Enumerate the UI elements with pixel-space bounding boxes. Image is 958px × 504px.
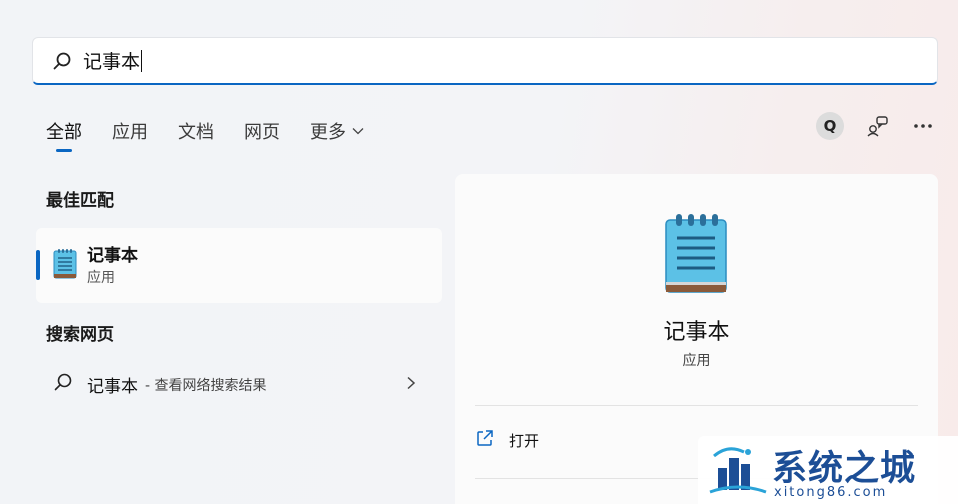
chevron-right-icon[interactable] [406,375,416,394]
tab-web[interactable]: 网页 [244,116,280,146]
search-input[interactable]: 记事本 [83,47,143,74]
search-toolbar: Q [816,112,936,140]
web-search-result[interactable]: 记事本 - 查看网络搜索结果 [36,362,442,406]
search-icon [51,50,73,72]
tab-documents-label: 文档 [178,122,214,143]
tab-apps-label: 应用 [112,122,148,143]
details-app-name: 记事本 [663,320,730,345]
site-watermark: 系统之城 xitong86.com [698,436,958,504]
filter-tabs: 全部 应用 文档 网页 更多 [46,116,394,152]
watermark-brand: 系统之城 [772,449,917,489]
tab-more[interactable]: 更多 [310,116,364,146]
best-match-subtitle: 应用 [87,270,115,286]
web-search-heading: 搜索网页 [46,325,114,345]
account-avatar[interactable]: Q [816,112,844,140]
tab-web-label: 网页 [244,122,280,143]
search-icon [53,372,73,396]
open-external-icon [475,428,495,452]
open-action-label: 打开 [509,431,540,450]
share-feedback-icon[interactable] [864,113,890,139]
watermark-url: xitong86.com [774,485,888,500]
text-caret [141,49,143,72]
avatar-letter: Q [823,117,837,135]
more-options-icon[interactable] [910,113,936,139]
open-action[interactable]: 打开 [475,422,539,458]
best-match-title: 记事本 [87,246,138,266]
notepad-large-icon [663,212,729,300]
selection-indicator [36,250,40,280]
best-match-heading: 最佳匹配 [46,191,114,211]
search-query-text: 记事本 [83,51,141,73]
search-box[interactable]: 记事本 [32,37,938,85]
web-search-title: 记事本 [87,377,138,397]
divider [475,405,918,406]
chevron-down-icon [352,127,364,135]
best-match-result[interactable]: 记事本 应用 [36,228,442,303]
tab-all-label: 全部 [46,122,82,143]
city-logo-icon [708,442,768,502]
tab-more-label: 更多 [310,122,346,143]
notepad-icon [52,248,78,284]
tab-all[interactable]: 全部 [46,116,82,152]
tab-apps[interactable]: 应用 [112,116,148,146]
web-search-hint: - 查看网络搜索结果 [145,378,267,394]
tab-documents[interactable]: 文档 [178,116,214,146]
details-app-type: 应用 [682,353,711,369]
